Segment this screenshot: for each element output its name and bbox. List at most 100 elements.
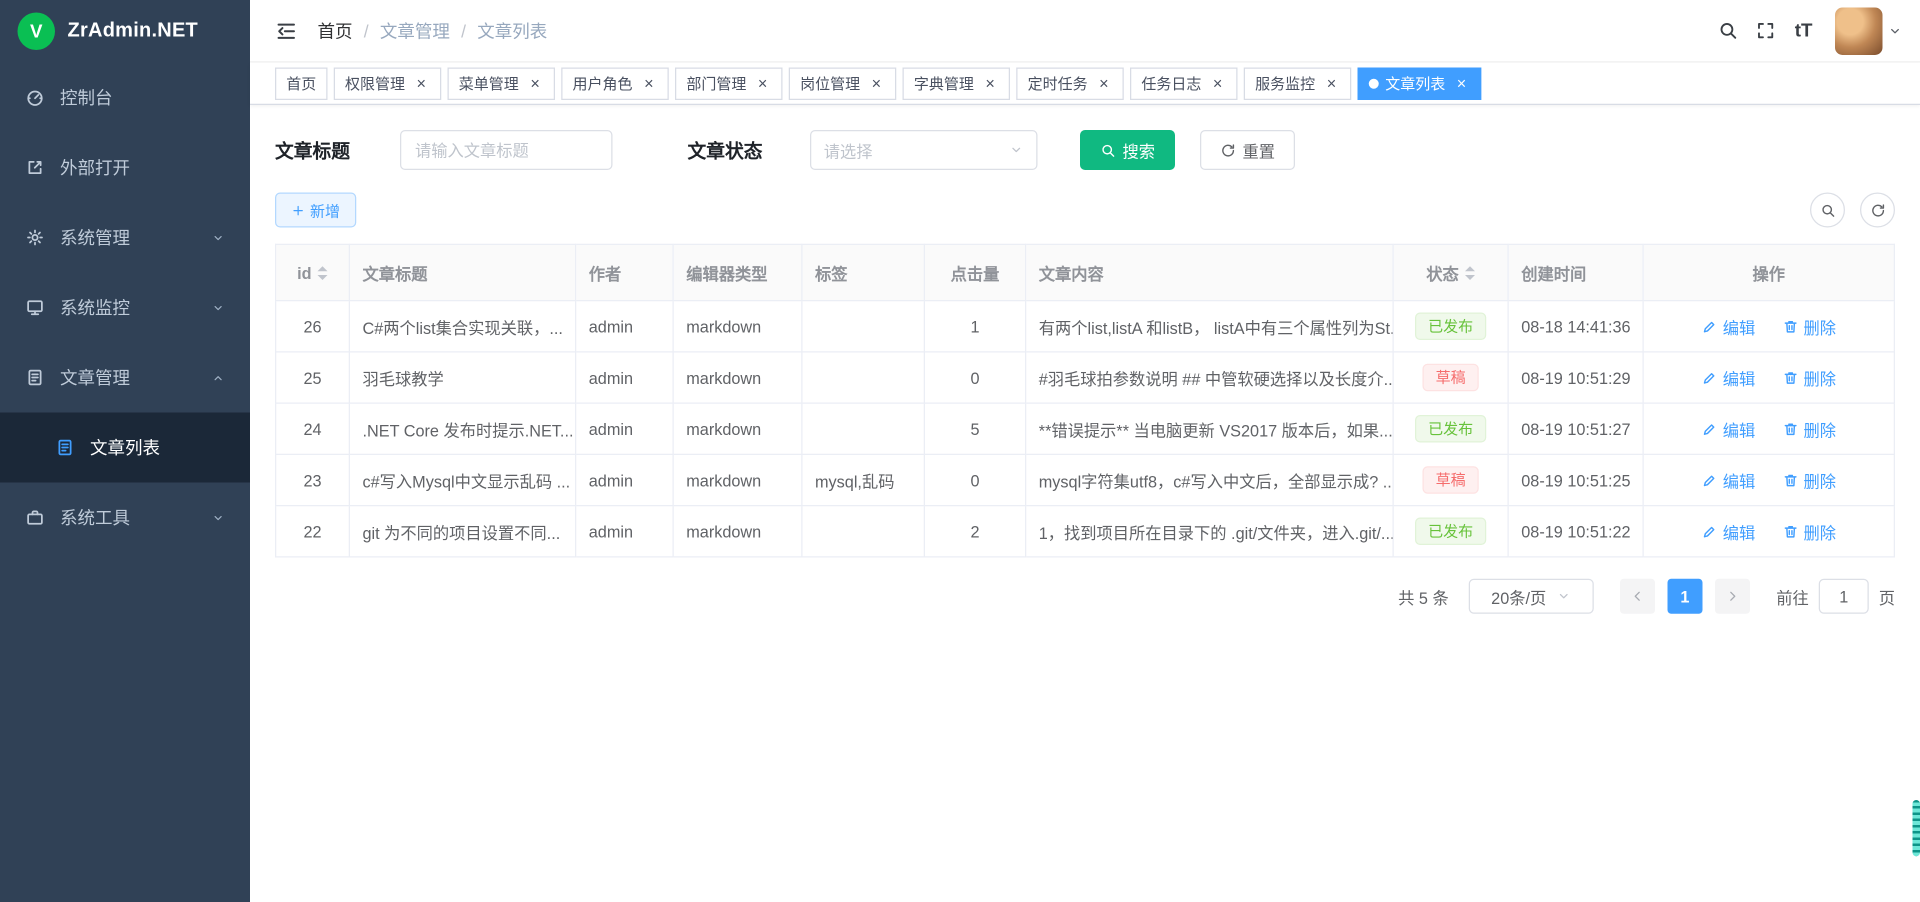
delete-link[interactable]: 删除 (1782, 519, 1836, 543)
search-button[interactable]: 搜索 (1080, 130, 1175, 170)
tab[interactable]: 菜单管理 × (448, 67, 556, 100)
tab-close-icon[interactable]: × (413, 74, 431, 92)
page-size-select[interactable]: 20条/页 (1469, 579, 1594, 614)
tab[interactable]: 首页 (275, 67, 328, 100)
sort-icon[interactable] (318, 266, 328, 280)
sidebar-item[interactable]: 外部打开 (0, 133, 250, 203)
cell-author: admin (576, 301, 674, 352)
tab-label: 权限管理 (345, 73, 405, 94)
chevron-down-icon[interactable] (1888, 23, 1903, 38)
sidebar-item[interactable]: 控制台 (0, 63, 250, 133)
edit-link[interactable]: 编辑 (1701, 468, 1755, 492)
tab-close-icon[interactable]: × (1209, 74, 1227, 92)
prev-page-button[interactable] (1620, 579, 1655, 614)
cell-clicks: 0 (924, 454, 1025, 505)
article-title-input[interactable] (400, 130, 613, 170)
tab[interactable]: 任务日志 × (1130, 67, 1238, 100)
sidebar-item-label: 外部打开 (60, 155, 130, 180)
font-size-icon[interactable]: tT (1795, 20, 1813, 41)
delete-icon (1782, 523, 1798, 539)
delete-link-label: 删除 (1804, 417, 1837, 441)
article-status-select[interactable]: 请选择 (810, 130, 1038, 170)
sort-icon[interactable] (1465, 266, 1475, 280)
tab-close-icon[interactable]: × (981, 74, 999, 92)
tab[interactable]: 用户角色 × (561, 67, 669, 100)
sidebar-item[interactable]: 文章管理 (0, 343, 250, 413)
cell-author: admin (576, 506, 674, 557)
toolbox-icon (25, 508, 45, 528)
breadcrumb-item-home[interactable]: 首页 (318, 18, 353, 43)
cell-tags (802, 352, 925, 403)
cell-content: mysql字符集utf8，c#写入中文后，全部显示成? ... (1026, 454, 1394, 505)
edit-link[interactable]: 编辑 (1701, 417, 1755, 441)
cell-id: 24 (276, 403, 350, 454)
user-avatar[interactable] (1835, 7, 1883, 55)
tab[interactable]: 岗位管理 × (789, 67, 897, 100)
tab-close-icon[interactable]: × (1453, 74, 1471, 92)
edit-link[interactable]: 编辑 (1701, 519, 1755, 543)
tab[interactable]: 字典管理 × (903, 67, 1011, 100)
filter-status-label: 文章状态 (688, 137, 811, 163)
tab-close-icon[interactable]: × (640, 74, 658, 92)
cell-title: .NET Core 发布时提示.NET... (349, 403, 575, 454)
tab-close-icon[interactable]: × (754, 74, 772, 92)
delete-link[interactable]: 删除 (1782, 468, 1836, 492)
table-column-header: 状态 (1393, 244, 1508, 300)
scrollbar-thumb[interactable] (1913, 800, 1920, 856)
menu-fold-icon[interactable] (275, 19, 298, 42)
table-column-header: 创建时间 (1508, 244, 1643, 300)
page-unit-label: 页 (1879, 584, 1895, 608)
sidebar-item[interactable]: 文章列表 (0, 413, 250, 483)
column-header-label: 操作 (1752, 261, 1785, 285)
topbar-actions: tT (1710, 7, 1903, 55)
cell-title: C#两个list集合实现关联，... (349, 301, 575, 352)
edit-link[interactable]: 编辑 (1701, 366, 1755, 390)
sidebar-item[interactable]: 系统监控 (0, 273, 250, 343)
delete-icon (1782, 369, 1798, 385)
next-page-button[interactable] (1715, 579, 1750, 614)
column-header-label[interactable]: 状态 (1426, 261, 1459, 285)
tab-close-icon[interactable]: × (526, 74, 544, 92)
app-logo[interactable]: V ZrAdmin.NET (0, 0, 250, 63)
tags-bar: 首页 权限管理 × 菜单管理 × 用户角色 × 部门管理 × 岗位管理 × 字典… (250, 63, 1920, 106)
tab-close-icon[interactable]: × (1095, 74, 1113, 92)
cell-created: 08-19 10:51:25 (1508, 454, 1643, 505)
edit-link-label: 编辑 (1723, 417, 1756, 441)
refresh-table-button[interactable] (1860, 193, 1895, 228)
tab[interactable]: 服务监控 × (1244, 67, 1352, 100)
status-badge: 已发布 (1416, 518, 1486, 546)
page-number-button[interactable]: 1 (1667, 579, 1702, 614)
goto-page-input[interactable] (1819, 579, 1869, 614)
toggle-search-button[interactable] (1810, 193, 1845, 228)
tab-close-icon[interactable]: × (868, 74, 886, 92)
add-button[interactable]: 新增 (275, 193, 356, 228)
reset-button[interactable]: 重置 (1200, 130, 1295, 170)
cell-content: #羽毛球拍参数说明 ## 中管软硬选择以及长度介... (1026, 352, 1394, 403)
edit-link[interactable]: 编辑 (1701, 314, 1755, 338)
delete-link[interactable]: 删除 (1782, 366, 1836, 390)
breadcrumb: 首页 / 文章管理 / 文章列表 (318, 18, 548, 43)
tab[interactable]: 部门管理 × (675, 67, 783, 100)
sidebar-item[interactable]: 系统管理 (0, 203, 250, 273)
dashboard-icon (25, 88, 45, 108)
tab[interactable]: 文章列表 × (1358, 67, 1482, 100)
breadcrumb-separator: / (461, 21, 466, 41)
cell-created: 08-18 14:41:36 (1508, 301, 1643, 352)
status-badge: 已发布 (1416, 313, 1486, 341)
tab[interactable]: 权限管理 × (334, 67, 442, 100)
chevron-down-icon (1009, 143, 1024, 158)
search-icon[interactable] (1710, 12, 1748, 50)
delete-link[interactable]: 删除 (1782, 314, 1836, 338)
tab[interactable]: 定时任务 × (1016, 67, 1124, 100)
table-row: 25 羽毛球教学 admin markdown 0 #羽毛球拍参数说明 ## 中… (276, 352, 1895, 403)
column-header-label[interactable]: id (297, 263, 311, 282)
select-placeholder: 请选择 (824, 138, 873, 162)
fullscreen-icon[interactable] (1747, 12, 1785, 50)
cell-editor: markdown (673, 454, 802, 505)
sidebar-item[interactable]: 系统工具 (0, 483, 250, 553)
chevron-left-icon (1630, 589, 1645, 604)
tab-close-icon[interactable]: × (1323, 74, 1341, 92)
edit-link-label: 编辑 (1723, 519, 1756, 543)
table-row: 23 c#写入Mysql中文显示乱码 ... admin markdown my… (276, 454, 1895, 505)
delete-link[interactable]: 删除 (1782, 417, 1836, 441)
